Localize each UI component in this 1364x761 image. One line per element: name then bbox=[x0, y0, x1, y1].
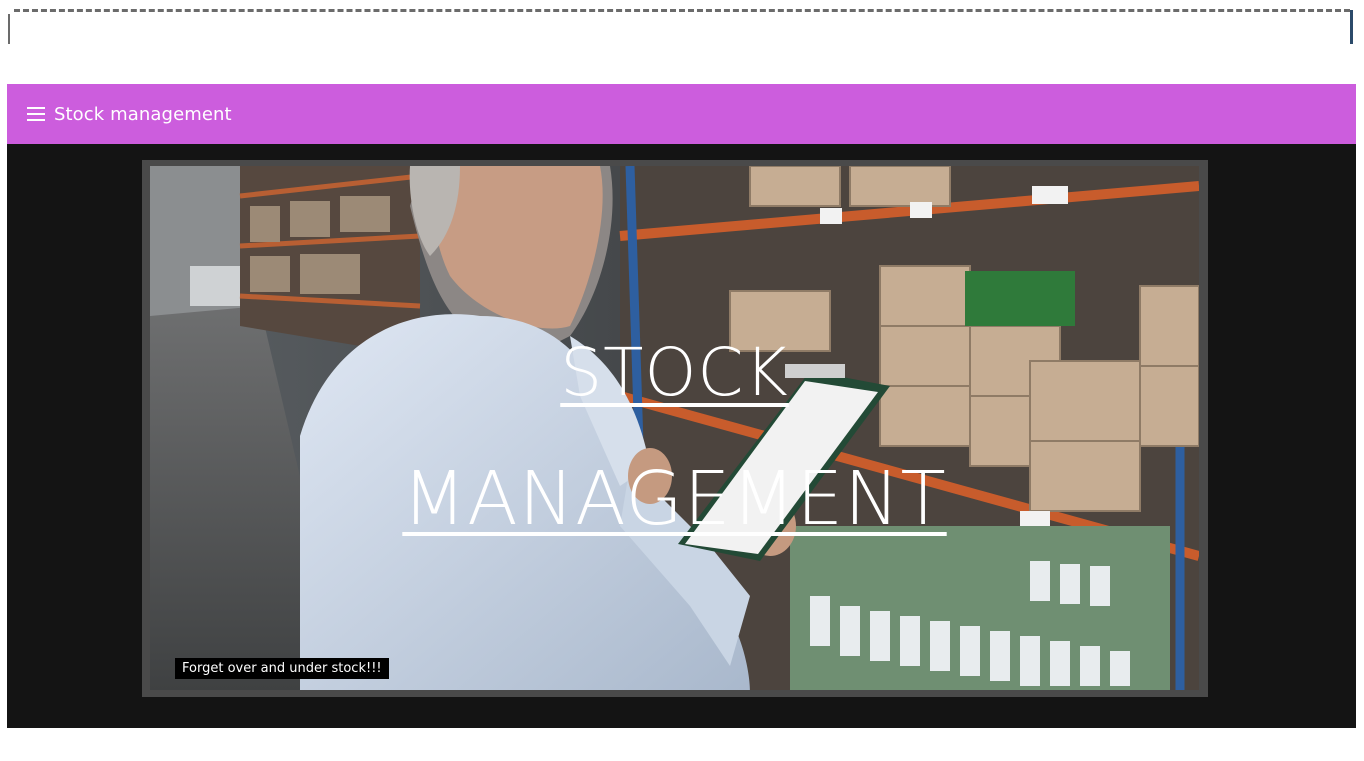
hero-frame: STOCK MANAGEMENT Forget over and under s… bbox=[142, 160, 1208, 697]
hero-title-line2: MANAGEMENT bbox=[402, 456, 947, 542]
hero-image: STOCK MANAGEMENT Forget over and under s… bbox=[150, 166, 1199, 690]
hero-title-line1: STOCK bbox=[560, 334, 789, 411]
app-bar: Stock management bbox=[7, 84, 1356, 144]
left-edge-marker bbox=[8, 14, 10, 44]
app-title: Stock management bbox=[54, 103, 232, 125]
hero-stage: STOCK MANAGEMENT Forget over and under s… bbox=[7, 144, 1356, 728]
hero-caption: Forget over and under stock!!! bbox=[175, 658, 389, 679]
warehouse-photo bbox=[150, 166, 1199, 690]
right-edge-marker bbox=[1350, 10, 1353, 44]
hamburger-menu-icon[interactable] bbox=[27, 107, 45, 121]
dashed-border bbox=[14, 9, 1350, 12]
browser-top-strip bbox=[0, 0, 1364, 84]
